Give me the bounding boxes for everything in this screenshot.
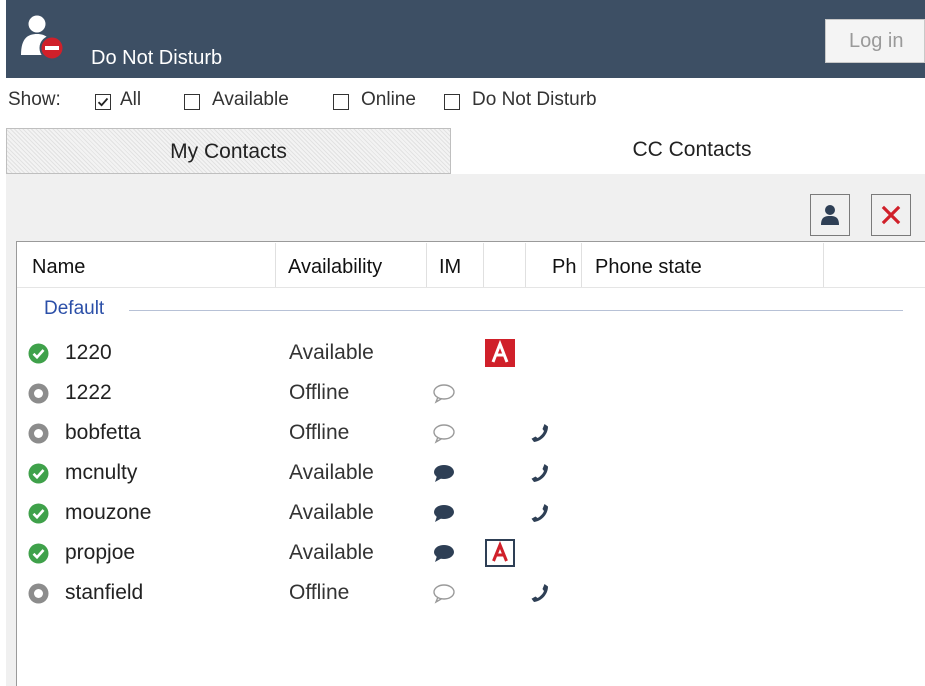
header-divider	[17, 287, 925, 288]
status-available-icon	[28, 343, 49, 364]
contact-row[interactable]: stanfield Offline	[17, 572, 917, 612]
group-default-label[interactable]: Default	[44, 298, 104, 320]
filter-dnd-checkbox[interactable]	[444, 94, 460, 110]
contact-availability: Available	[289, 501, 374, 524]
chat-bubble-icon[interactable]	[431, 503, 457, 525]
contact-name: 1220	[65, 341, 112, 364]
tab-cc-contacts[interactable]: CC Contacts	[459, 128, 925, 174]
filter-all-checkbox[interactable]	[95, 94, 111, 110]
agent-badge-icon	[484, 538, 516, 568]
contact-availability: Offline	[289, 381, 350, 404]
column-header-im[interactable]: IM	[431, 243, 484, 287]
column-header-agent[interactable]	[484, 243, 526, 287]
contact-name: propjoe	[65, 541, 136, 564]
contact-availability: Available	[289, 541, 374, 564]
column-header-name[interactable]: Name	[24, 243, 276, 287]
phone-icon[interactable]	[528, 501, 552, 525]
contact-name: mouzone	[65, 501, 152, 524]
status-available-icon	[28, 503, 49, 524]
show-label: Show:	[8, 89, 61, 110]
column-header-phone-state[interactable]: Phone state	[587, 243, 824, 287]
close-icon	[881, 205, 901, 225]
chat-bubble-icon[interactable]	[431, 463, 457, 485]
filter-online-label[interactable]: Online	[361, 89, 416, 111]
contact-name: bobfetta	[65, 421, 141, 444]
phone-icon[interactable]	[528, 581, 552, 605]
status-offline-icon	[28, 383, 49, 404]
add-contact-button[interactable]	[810, 194, 850, 236]
filter-all-label[interactable]: All	[120, 89, 141, 111]
group-divider	[129, 310, 903, 311]
filter-available-label[interactable]: Available	[212, 89, 289, 111]
contact-row[interactable]: bobfetta Offline	[17, 412, 917, 452]
filter-available-checkbox[interactable]	[184, 94, 200, 110]
phone-icon[interactable]	[528, 421, 552, 445]
contact-name: mcnulty	[65, 461, 138, 484]
login-button[interactable]: Log in	[825, 19, 925, 63]
contact-row[interactable]: 1222 Offline	[17, 372, 917, 412]
status-title: Do Not Disturb	[91, 47, 223, 69]
contact-availability: Available	[289, 461, 374, 484]
chat-bubble-outline-icon[interactable]	[431, 423, 457, 445]
user-do-not-disturb-icon[interactable]	[16, 14, 74, 62]
contact-row[interactable]: mcnulty Available	[17, 452, 917, 492]
contact-availability: Available	[289, 341, 374, 364]
contact-row[interactable]: mouzone Available	[17, 492, 917, 532]
remove-contact-button[interactable]	[871, 194, 911, 236]
status-available-icon	[28, 463, 49, 484]
column-header-availability[interactable]: Availability	[280, 243, 427, 287]
filter-online-checkbox[interactable]	[333, 94, 349, 110]
contact-row[interactable]: 1220 Available	[17, 332, 917, 372]
status-available-icon	[28, 543, 49, 564]
agent-badge-icon	[484, 338, 516, 368]
status-header: Do Not Disturb	[6, 0, 925, 78]
contact-availability: Offline	[289, 421, 350, 444]
person-icon	[821, 205, 839, 225]
contact-name: stanfield	[65, 581, 144, 604]
phone-icon[interactable]	[528, 461, 552, 485]
contact-name: 1222	[65, 381, 112, 404]
column-header-phone[interactable]: Ph	[544, 243, 582, 287]
chat-bubble-outline-icon[interactable]	[431, 383, 457, 405]
contact-availability: Offline	[289, 581, 350, 604]
tab-my-contacts[interactable]: My Contacts	[6, 128, 451, 174]
filter-dnd-label[interactable]: Do Not Disturb	[472, 89, 597, 111]
chat-bubble-icon[interactable]	[431, 543, 457, 565]
status-offline-icon	[28, 583, 49, 604]
status-offline-icon	[28, 423, 49, 444]
chat-bubble-outline-icon[interactable]	[431, 583, 457, 605]
contact-row[interactable]: propjoe Available	[17, 532, 917, 572]
